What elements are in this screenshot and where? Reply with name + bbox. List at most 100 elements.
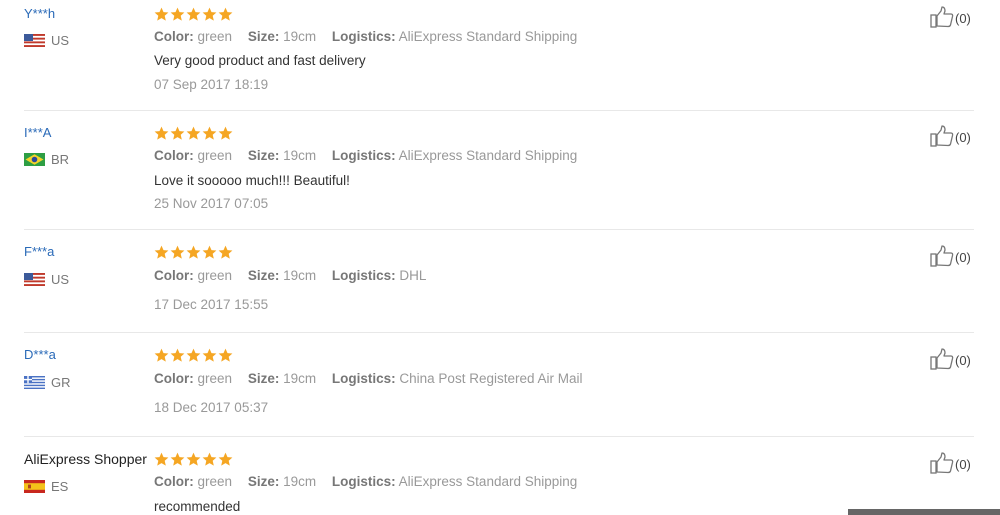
order-info: Color: green Size: 19cm Logistics: AliEx…	[154, 474, 589, 489]
us-flag-icon	[24, 34, 45, 47]
review-date: 07 Sep 2017 18:19	[154, 77, 269, 92]
color-value: green	[197, 268, 233, 283]
star-icon	[218, 245, 233, 259]
logistics-label: Logistics:	[331, 29, 396, 44]
helpful-button[interactable]: (0)	[930, 6, 971, 31]
star-icon	[218, 348, 233, 362]
star-icon	[186, 348, 201, 362]
size-value: 19cm	[283, 371, 317, 386]
es-flag-icon	[24, 480, 45, 493]
review-text: Very good product and fast delivery	[154, 53, 366, 68]
star-icon	[170, 245, 185, 259]
color-value: green	[197, 29, 233, 44]
divider	[24, 436, 974, 437]
star-icon	[202, 7, 217, 21]
star-icon	[170, 126, 185, 140]
helpful-button[interactable]: (0)	[930, 125, 971, 150]
br-flag-icon	[24, 153, 45, 166]
reviewer-country: US	[24, 33, 69, 48]
size-value: 19cm	[283, 268, 317, 283]
helpful-button[interactable]: (0)	[930, 452, 971, 477]
helpful-button[interactable]: (0)	[930, 348, 971, 373]
country-code: GR	[51, 375, 71, 390]
thumbs-up-icon	[930, 348, 955, 373]
review-text: Love it sooooo much!!! Beautiful!	[154, 173, 350, 188]
divider	[24, 229, 974, 230]
star-icon	[186, 7, 201, 21]
star-icon	[202, 452, 217, 466]
logistics-label: Logistics:	[331, 371, 396, 386]
star-icon	[154, 245, 169, 259]
star-icon	[186, 126, 201, 140]
us-flag-icon	[24, 273, 45, 286]
country-code: US	[51, 272, 70, 287]
color-label: Color:	[154, 371, 194, 386]
color-label: Color:	[154, 268, 194, 283]
logistics-value: AliExpress Standard Shipping	[398, 29, 578, 44]
review-date: 17 Dec 2017 15:55	[154, 297, 269, 312]
logistics-value: AliExpress Standard Shipping	[398, 148, 578, 163]
reviewer-name[interactable]: D***a	[24, 347, 56, 362]
helpful-count: (0)	[955, 11, 971, 26]
star-icon	[170, 348, 185, 362]
thumbs-up-icon	[930, 245, 955, 270]
reviewer-country: BR	[24, 152, 69, 167]
thumbs-up-icon	[930, 6, 955, 31]
logistics-label: Logistics:	[331, 474, 396, 489]
reviewer-country: GR	[24, 375, 71, 390]
star-icon	[202, 126, 217, 140]
size-label: Size:	[247, 268, 280, 283]
helpful-button[interactable]: (0)	[930, 245, 971, 270]
logistics-value: DHL	[399, 268, 427, 283]
star-icon	[154, 7, 169, 21]
rating-stars	[154, 348, 233, 363]
helpful-count: (0)	[955, 250, 971, 265]
star-icon	[202, 348, 217, 362]
order-info: Color: green Size: 19cm Logistics: AliEx…	[154, 29, 589, 44]
size-label: Size:	[247, 148, 280, 163]
size-value: 19cm	[283, 474, 317, 489]
star-icon	[218, 126, 233, 140]
divider	[24, 110, 974, 111]
rating-stars	[154, 245, 233, 260]
star-icon	[170, 452, 185, 466]
reviewer-country: ES	[24, 479, 68, 494]
logistics-label: Logistics:	[331, 268, 396, 283]
star-icon	[218, 7, 233, 21]
size-value: 19cm	[283, 29, 317, 44]
star-icon	[186, 245, 201, 259]
size-label: Size:	[247, 474, 280, 489]
star-icon	[202, 245, 217, 259]
star-icon	[154, 452, 169, 466]
reviewer-name[interactable]: Y***h	[24, 6, 55, 21]
gr-flag-icon	[24, 376, 45, 389]
star-icon	[170, 7, 185, 21]
reviewer-name: AliExpress Shopper	[24, 451, 147, 467]
size-label: Size:	[247, 29, 280, 44]
helpful-count: (0)	[955, 457, 971, 472]
logistics-value: AliExpress Standard Shipping	[398, 474, 578, 489]
country-code: US	[51, 33, 70, 48]
reviewer-name[interactable]: F***a	[24, 244, 54, 259]
star-icon	[186, 452, 201, 466]
rating-stars	[154, 452, 233, 467]
thumbs-up-icon	[930, 452, 955, 477]
reviewer-name[interactable]: I***A	[24, 125, 51, 140]
star-icon	[154, 126, 169, 140]
size-value: 19cm	[283, 148, 317, 163]
review-date: 18 Dec 2017 05:37	[154, 400, 269, 415]
order-info: Color: green Size: 19cm Logistics: China…	[154, 371, 595, 386]
horizontal-scrollbar[interactable]	[848, 509, 1000, 515]
size-label: Size:	[247, 371, 280, 386]
reviewer-country: US	[24, 272, 69, 287]
review-text: recommended	[154, 499, 241, 514]
color-label: Color:	[154, 29, 194, 44]
rating-stars	[154, 126, 233, 141]
helpful-count: (0)	[955, 130, 971, 145]
divider	[24, 332, 974, 333]
review-date: 25 Nov 2017 07:05	[154, 196, 269, 211]
country-code: ES	[51, 479, 69, 494]
thumbs-up-icon	[930, 125, 955, 150]
country-code: BR	[51, 152, 70, 167]
color-value: green	[197, 371, 233, 386]
